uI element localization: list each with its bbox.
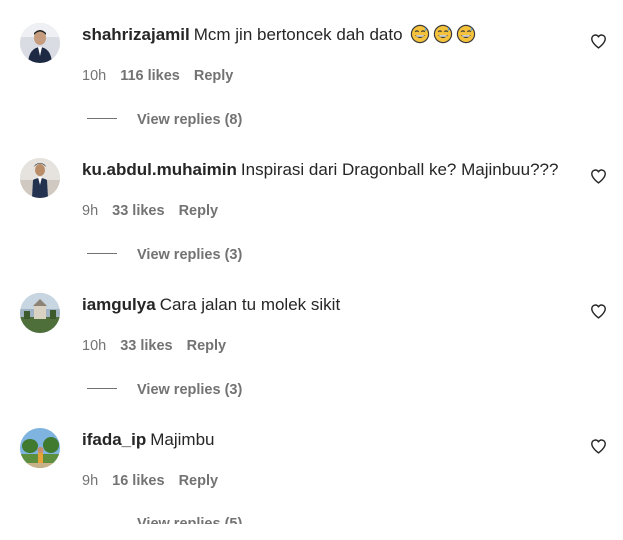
reply-button[interactable]: Reply: [179, 203, 219, 219]
view-replies-button[interactable]: View replies (8): [87, 110, 242, 130]
comment-time: 9h: [82, 203, 99, 219]
view-replies-button[interactable]: View replies (3): [87, 380, 242, 400]
comment-line: shahrizajamil Mcm jin bertoncek dah dato: [82, 24, 476, 46]
comment-item: shahrizajamilMcm jin bertoncek dah dato: [0, 0, 623, 135]
comment-likes[interactable]: 33 likes: [120, 338, 172, 354]
view-replies-label: View replies (5): [137, 516, 243, 524]
avatar[interactable]: [20, 158, 60, 198]
divider-line: [87, 253, 117, 254]
comment-text: Mcm jin bertoncek dah dato: [193, 25, 403, 44]
avatar-image: [20, 293, 60, 333]
comment-time: 9h: [82, 473, 99, 489]
avatar[interactable]: [20, 23, 60, 63]
heart-outline-icon[interactable]: [590, 303, 607, 320]
avatar-image: [20, 158, 60, 198]
avatar[interactable]: [20, 428, 60, 468]
comment-username[interactable]: iamgulya: [82, 295, 156, 314]
comment-line: iamgulya Cara jalan tu molek sikit: [82, 294, 340, 316]
comment-likes[interactable]: 116 likes: [120, 68, 180, 84]
comment-username[interactable]: shahrizajamil: [82, 25, 190, 44]
comment-text: Cara jalan tu molek sikit: [159, 295, 341, 314]
view-replies-label: View replies (8): [137, 112, 243, 128]
comment-username[interactable]: ifada_ip: [82, 430, 146, 449]
comment-meta: 10h 33 likes Reply: [82, 336, 240, 356]
heart-outline-icon[interactable]: [590, 438, 607, 455]
comment-username[interactable]: ku.abdul.muhaimin: [82, 160, 237, 179]
reply-button[interactable]: Reply: [187, 338, 227, 354]
comment-likes[interactable]: 33 likes: [112, 203, 164, 219]
comment-text: Majimbu: [150, 430, 215, 449]
comment-meta: 10h 116 likes Reply: [82, 66, 247, 86]
comment-item: ku.abdul.muhaimin Inspirasi dari Dragonba…: [0, 135, 623, 270]
comment-item: iamgulya Cara jalan tu molek sikit 10h 33 …: [0, 270, 623, 405]
view-replies-label: View replies (3): [137, 247, 243, 263]
comment-meta: 9h 16 likes Reply: [82, 471, 232, 491]
grinning-sweat-emoji-icon: [457, 24, 476, 44]
reply-button[interactable]: Reply: [194, 68, 234, 84]
avatar-image: [20, 23, 60, 63]
divider-line: [87, 388, 117, 389]
comment-time: 10h: [82, 338, 107, 354]
heart-outline-icon[interactable]: [590, 168, 607, 185]
view-replies-label: View replies (3): [137, 382, 243, 398]
divider-line: [87, 118, 117, 119]
comment-item: ifada_ip Majimbu 9h 16 likes Reply View rep…: [0, 405, 623, 540]
heart-outline-icon[interactable]: [590, 33, 607, 50]
comment-time: 10h: [82, 68, 107, 84]
comment-line: ku.abdul.muhaimin Inspirasi dari Dragonba…: [82, 159, 558, 181]
comment-meta: 9h 33 likes Reply: [82, 201, 232, 221]
avatar-image: [20, 428, 60, 468]
grinning-sweat-emoji-icon: [434, 24, 453, 44]
comment-text: Inspirasi dari Dragonball ke? Majinbuu??…: [240, 160, 559, 179]
comment-likes[interactable]: 16 likes: [112, 473, 164, 489]
grinning-sweat-emoji-icon: [411, 24, 430, 44]
view-replies-button[interactable]: View replies (3): [87, 245, 242, 265]
avatar[interactable]: [20, 293, 60, 333]
reply-button[interactable]: Reply: [179, 473, 219, 489]
comment-line: ifada_ip Majimbu: [82, 429, 215, 451]
view-replies-button[interactable]: View replies (5): [87, 514, 242, 524]
